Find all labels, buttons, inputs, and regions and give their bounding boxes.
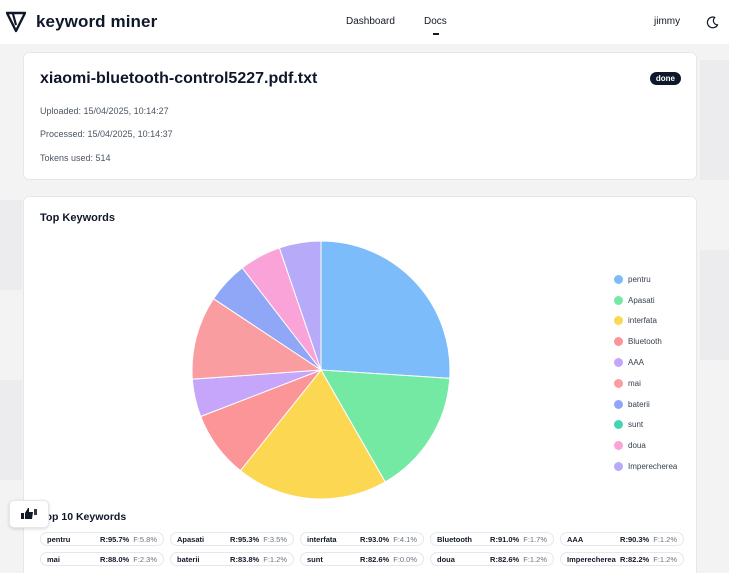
nav-docs-link[interactable]: Docs xyxy=(424,16,447,27)
document-info-card: xiaomi-bluetooth-control5227.pdf.txt don… xyxy=(23,52,697,180)
legend-label: Bluetooth xyxy=(628,337,662,347)
keyword-frequency: F:1.2% xyxy=(263,554,287,564)
keyword-word: AAA xyxy=(567,534,584,544)
keyword-chip-sunt[interactable]: sunt R:82.6% F:0.0% xyxy=(300,552,424,566)
legend-item-doua[interactable]: doua xyxy=(614,435,677,456)
keyword-relevance: R:83.8% xyxy=(230,554,260,564)
status-badge: done xyxy=(649,72,681,85)
keyword-chip-mai[interactable]: mai R:88.0% F:2.3% xyxy=(40,552,164,566)
legend-swatch xyxy=(614,358,623,368)
legend-swatch xyxy=(614,441,623,451)
keyword-chip-imperecherea[interactable]: Imperecherea R:82.2% F:1.2% xyxy=(560,552,684,566)
keyword-word: pentru xyxy=(47,534,71,544)
keyword-chip-aaa[interactable]: AAA R:90.3% F:1.2% xyxy=(560,532,684,546)
keyword-frequency: F:4.1% xyxy=(393,534,417,544)
legend-swatch xyxy=(614,274,623,284)
keyword-frequency: F:2.3% xyxy=(133,554,157,564)
keyword-relevance: R:82.6% xyxy=(360,554,390,564)
keyword-frequency: F:3.5% xyxy=(263,534,287,544)
keyword-word: mai xyxy=(47,554,60,564)
legend-item-aaa[interactable]: AAA xyxy=(614,352,677,373)
legend-swatch xyxy=(614,378,623,388)
keyword-relevance: R:95.7% xyxy=(100,534,130,544)
legend-item-bluetooth[interactable]: Bluetooth xyxy=(614,331,677,352)
legend-item-mai[interactable]: mai xyxy=(614,373,677,394)
brand-name[interactable]: keyword miner xyxy=(36,12,157,32)
legend-item-pentru[interactable]: pentru xyxy=(614,269,677,290)
keyword-relevance: R:93.0% xyxy=(360,534,390,544)
keyword-word: Bluetooth xyxy=(437,534,472,544)
legend-label: Imperecherea xyxy=(628,462,678,472)
legend-item-interfata[interactable]: interfata xyxy=(614,311,677,332)
legend-label: interfata xyxy=(628,316,657,326)
keyword-relevance: R:88.0% xyxy=(100,554,130,564)
thumbs-icon xyxy=(21,508,37,519)
background-shape xyxy=(700,60,729,180)
legend-label: pentru xyxy=(628,274,651,284)
keyword-word: Imperecherea xyxy=(567,554,616,564)
keyword-frequency: F:5.8% xyxy=(133,534,157,544)
keyword-frequency: F:1.2% xyxy=(653,534,677,544)
legend-label: mai xyxy=(628,378,641,388)
legend-label: baterii xyxy=(628,399,650,409)
keyword-relevance: R:95.3% xyxy=(230,534,260,544)
moon-icon[interactable] xyxy=(706,16,719,29)
legend-swatch xyxy=(614,295,623,305)
top10-title: Top 10 Keywords xyxy=(40,511,127,523)
background-shape xyxy=(0,380,22,480)
legend-swatch xyxy=(614,420,623,430)
legend-label: sunt xyxy=(628,420,644,430)
keyword-word: sunt xyxy=(307,554,323,564)
keyword-relevance: R:90.3% xyxy=(620,534,650,544)
keyword-relevance: R:82.6% xyxy=(490,554,520,564)
keyword-word: doua xyxy=(437,554,455,564)
legend-swatch xyxy=(614,462,623,472)
legend-swatch xyxy=(614,316,623,326)
legend-swatch xyxy=(614,337,623,347)
keyword-frequency: F:1.2% xyxy=(523,554,547,564)
triangle-logo-icon[interactable] xyxy=(6,11,26,33)
pie-slice-pentru[interactable] xyxy=(320,240,451,379)
keyword-chip-interfata[interactable]: interfata R:93.0% F:4.1% xyxy=(300,532,424,546)
keyword-chip-bluetooth[interactable]: Bluetooth R:91.0% F:1.7% xyxy=(430,532,554,546)
keyword-chip-doua[interactable]: doua R:82.6% F:1.2% xyxy=(430,552,554,566)
legend-label: AAA xyxy=(628,358,645,368)
chart-legend: pentru Apasati interfata Bluetooth AAA mai bat… xyxy=(614,269,677,477)
feedback-button[interactable] xyxy=(9,500,49,528)
legend-swatch xyxy=(614,399,623,409)
document-title: xiaomi-bluetooth-control5227.pdf.txt xyxy=(40,70,318,87)
keyword-frequency: F:1.2% xyxy=(653,554,677,564)
keyword-relevance: R:91.0% xyxy=(490,534,520,544)
legend-item-sunt[interactable]: sunt xyxy=(614,415,677,436)
user-menu[interactable]: jimmy xyxy=(654,16,680,27)
legend-label: Apasati xyxy=(628,295,655,305)
keyword-word: interfata xyxy=(307,534,337,544)
keyword-word: Apasati xyxy=(177,534,205,544)
keyword-chip-baterii[interactable]: baterii R:83.8% F:1.2% xyxy=(170,552,294,566)
keyword-frequency: F:0.0% xyxy=(393,554,417,564)
processed-timestamp: Processed: 15/04/2025, 10:14:37 xyxy=(40,129,173,139)
keyword-word: baterii xyxy=(177,554,200,564)
keywords-chart-card: Top Keywords pentru Apasati interfata Bluet… xyxy=(23,196,697,573)
pie-chart xyxy=(191,240,451,500)
background-shape xyxy=(0,200,22,290)
legend-item-imperecherea[interactable]: Imperecherea xyxy=(614,456,677,477)
keyword-frequency: F:1.7% xyxy=(523,534,547,544)
nav-dashboard-link[interactable]: Dashboard xyxy=(346,16,395,27)
uploaded-timestamp: Uploaded: 15/04/2025, 10:14:27 xyxy=(40,106,169,116)
keyword-chip-apasati[interactable]: Apasati R:95.3% F:3.5% xyxy=(170,532,294,546)
background-shape xyxy=(700,250,729,360)
legend-item-apasati[interactable]: Apasati xyxy=(614,290,677,311)
legend-item-baterii[interactable]: baterii xyxy=(614,394,677,415)
top-nav-bar: keyword miner Dashboard Docs jimmy xyxy=(0,0,729,44)
tokens-used: Tokens used: 514 xyxy=(40,153,111,163)
legend-label: doua xyxy=(628,441,646,451)
keyword-chip-pentru[interactable]: pentru R:95.7% F:5.8% xyxy=(40,532,164,546)
active-nav-indicator xyxy=(433,33,439,35)
keyword-relevance: R:82.2% xyxy=(620,554,650,564)
